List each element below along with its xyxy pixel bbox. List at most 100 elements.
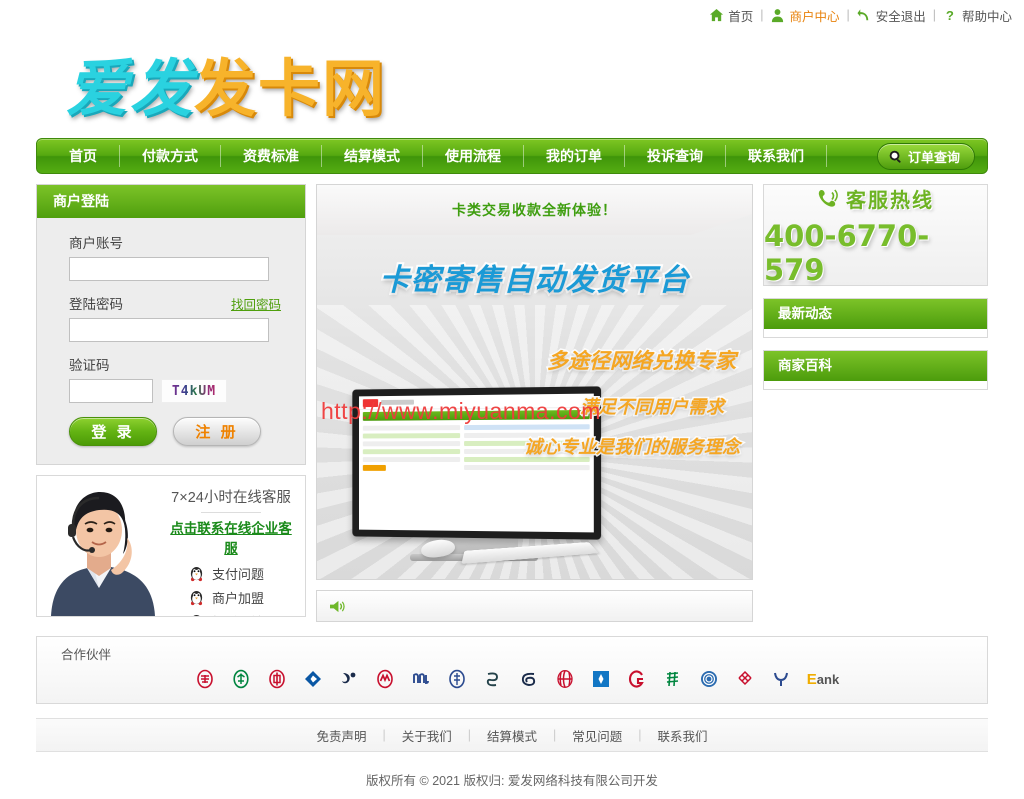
- boc-logo[interactable]: [267, 669, 287, 689]
- section-merchant-wiki: 商家百科: [763, 350, 988, 390]
- top-link-logout-label: 安全退出: [875, 9, 926, 24]
- qq-penguin-icon: [189, 566, 204, 582]
- order-query-button-label: 订单查询: [907, 150, 960, 165]
- top-link-merchant-center[interactable]: 商户中心: [770, 6, 839, 25]
- banner-subline-2: 满足不同用户需求: [579, 396, 726, 419]
- cmbc-logo[interactable]: [411, 669, 431, 689]
- footer-link-about-us[interactable]: 关于我们: [386, 726, 468, 745]
- abc-logo[interactable]: [231, 669, 251, 689]
- cmb-logo[interactable]: [375, 669, 395, 689]
- right-column: 客服热线 400-6770-579 最新动态 商家百科: [763, 184, 988, 622]
- china-telecom-logo[interactable]: [771, 669, 791, 689]
- top-link-help-label: 帮助中心: [961, 9, 1012, 24]
- password-label: 登陆密码: [69, 297, 123, 312]
- center-column: 卡类交易收款全新体验！ 卡密寄售自动发货平台 多途径网络兑换专家 满足不同用户需…: [316, 184, 753, 622]
- page-root: 首页 | 商户中心 | 安全退出 | ? 帮助中心 爱发发卡网 首页 付款方式 …: [0, 0, 1024, 799]
- mini-line: [362, 425, 461, 431]
- ccb-logo[interactable]: [303, 669, 323, 689]
- top-link-help[interactable]: ? 帮助中心: [943, 6, 1012, 25]
- nav-item-my-orders[interactable]: 我的订单: [524, 145, 625, 167]
- password-input[interactable]: [69, 318, 269, 342]
- nav-item-fee-standard[interactable]: 资费标准: [221, 145, 322, 167]
- mini-col-left: [362, 425, 461, 473]
- forgot-password-link[interactable]: 找回密码: [231, 294, 281, 313]
- hotline-panel: 客服热线 400-6770-579: [763, 184, 988, 287]
- banner-subline-1: 多途径网络兑换专家: [546, 349, 738, 375]
- hxbank-logo[interactable]: [663, 669, 683, 689]
- mini-line: [464, 464, 590, 471]
- promo-banner[interactable]: 卡类交易收款全新体验！ 卡密寄售自动发货平台 多途径网络兑换专家 满足不同用户需…: [316, 184, 753, 580]
- section-merchant-wiki-body: [764, 381, 987, 389]
- site-logo[interactable]: 爱发发卡网: [66, 38, 386, 128]
- top-link-merchant-center-label: 商户中心: [789, 9, 840, 24]
- footer-link-settlement-mode[interactable]: 结算模式: [471, 726, 553, 745]
- partners-logo-row: Eank: [37, 669, 987, 689]
- top-separator: |: [760, 8, 764, 22]
- mini-line: [362, 441, 461, 447]
- top-separator: |: [846, 8, 850, 22]
- qq-item-payment[interactable]: 支付问题: [189, 564, 297, 583]
- question-mark-icon: ?: [943, 8, 958, 23]
- bankcomm-logo[interactable]: [591, 669, 611, 689]
- china-mobile-logo[interactable]: [699, 669, 719, 689]
- ebank-logo[interactable]: Eank: [807, 669, 839, 689]
- register-button[interactable]: 注 册: [173, 417, 261, 446]
- svg-text:?: ?: [946, 8, 954, 23]
- spdb-logo[interactable]: [483, 669, 503, 689]
- account-label-row: 商户账号: [69, 232, 285, 252]
- nav-item-usage-flow[interactable]: 使用流程: [423, 145, 524, 167]
- mini-line: [362, 433, 461, 439]
- bocom-logo[interactable]: [339, 669, 359, 689]
- ceb-logo[interactable]: [519, 669, 539, 689]
- captcha-image[interactable]: T4kUM: [161, 379, 227, 403]
- top-link-home-label: 首页: [728, 9, 754, 24]
- top-link-logout[interactable]: 安全退出: [857, 6, 926, 25]
- notice-bar[interactable]: [316, 590, 753, 622]
- login-form: 商户账号 登陆密码 找回密码 验证码 T4kUM 登 录 注 册: [37, 218, 305, 464]
- image-watermark: http://www.miyuanma.com: [321, 398, 601, 424]
- order-query-button[interactable]: 订单查询: [876, 143, 975, 170]
- account-input[interactable]: [69, 257, 269, 281]
- nav-item-complaint-query[interactable]: 投诉查询: [625, 145, 726, 167]
- magnifier-icon: [888, 149, 903, 164]
- captcha-input[interactable]: [69, 379, 153, 403]
- partners-panel: 合作伙伴 Eank: [36, 636, 988, 704]
- psbc-logo[interactable]: [447, 669, 467, 689]
- hotline-title-row: 客服热线: [817, 184, 934, 213]
- captcha-label-row: 验证码: [69, 354, 285, 374]
- mini-line: [362, 449, 461, 455]
- banner-ribbon: 卡类交易收款全新体验！: [317, 185, 752, 235]
- nav-item-settlement-mode[interactable]: 结算模式: [322, 145, 423, 167]
- top-utility-bar: 首页 | 商户中心 | 安全退出 | ? 帮助中心: [0, 0, 1024, 30]
- logo-part-cyan: 爱发: [66, 52, 195, 125]
- footer-link-contact-us[interactable]: 联系我们: [642, 726, 724, 745]
- captcha-row: T4kUM: [69, 379, 285, 403]
- footer-link-disclaimer[interactable]: 免责声明: [300, 726, 382, 745]
- service-contact-link[interactable]: 点击联系在线企业客服: [165, 517, 297, 557]
- service-divider: [201, 512, 261, 513]
- nav-item-payment-methods[interactable]: 付款方式: [120, 145, 221, 167]
- logo-part-gold: 发卡网: [194, 52, 387, 125]
- footer-navigation: 免责声明 | 关于我们 | 结算模式 | 常见问题 | 联系我们: [36, 718, 988, 752]
- password-label-row: 登陆密码 找回密码: [69, 293, 285, 313]
- china-unicom-logo[interactable]: [735, 669, 755, 689]
- cgb-logo[interactable]: [627, 669, 647, 689]
- qq-item-merchant-join[interactable]: 商户加盟: [189, 588, 297, 607]
- qq-item-complaint[interactable]: 投诉反馈: [189, 612, 297, 616]
- footer-link-faq[interactable]: 常见问题: [556, 726, 638, 745]
- login-panel-title: 商户登陆: [37, 185, 305, 218]
- nav-item-home[interactable]: 首页: [37, 145, 120, 167]
- hotline-title: 客服热线: [846, 189, 934, 212]
- nav-item-contact-us[interactable]: 联系我们: [726, 145, 827, 167]
- top-link-home[interactable]: 首页: [709, 6, 753, 25]
- section-merchant-wiki-title: 商家百科: [764, 351, 987, 381]
- citic-logo[interactable]: [555, 669, 575, 689]
- partners-title: 合作伙伴: [61, 648, 112, 662]
- login-button[interactable]: 登 录: [69, 417, 157, 446]
- main-navigation: 首页 付款方式 资费标准 结算模式 使用流程 我的订单 投诉查询 联系我们 订单…: [36, 138, 988, 174]
- captcha-text: T4kUM: [171, 383, 217, 399]
- top-separator: |: [932, 8, 936, 22]
- copyright-text: 版权所有 © 2021 版权归: 爱发网络科技有限公司开发: [366, 774, 658, 788]
- icbc-logo[interactable]: [195, 669, 215, 689]
- service-agent-photo: [37, 476, 161, 616]
